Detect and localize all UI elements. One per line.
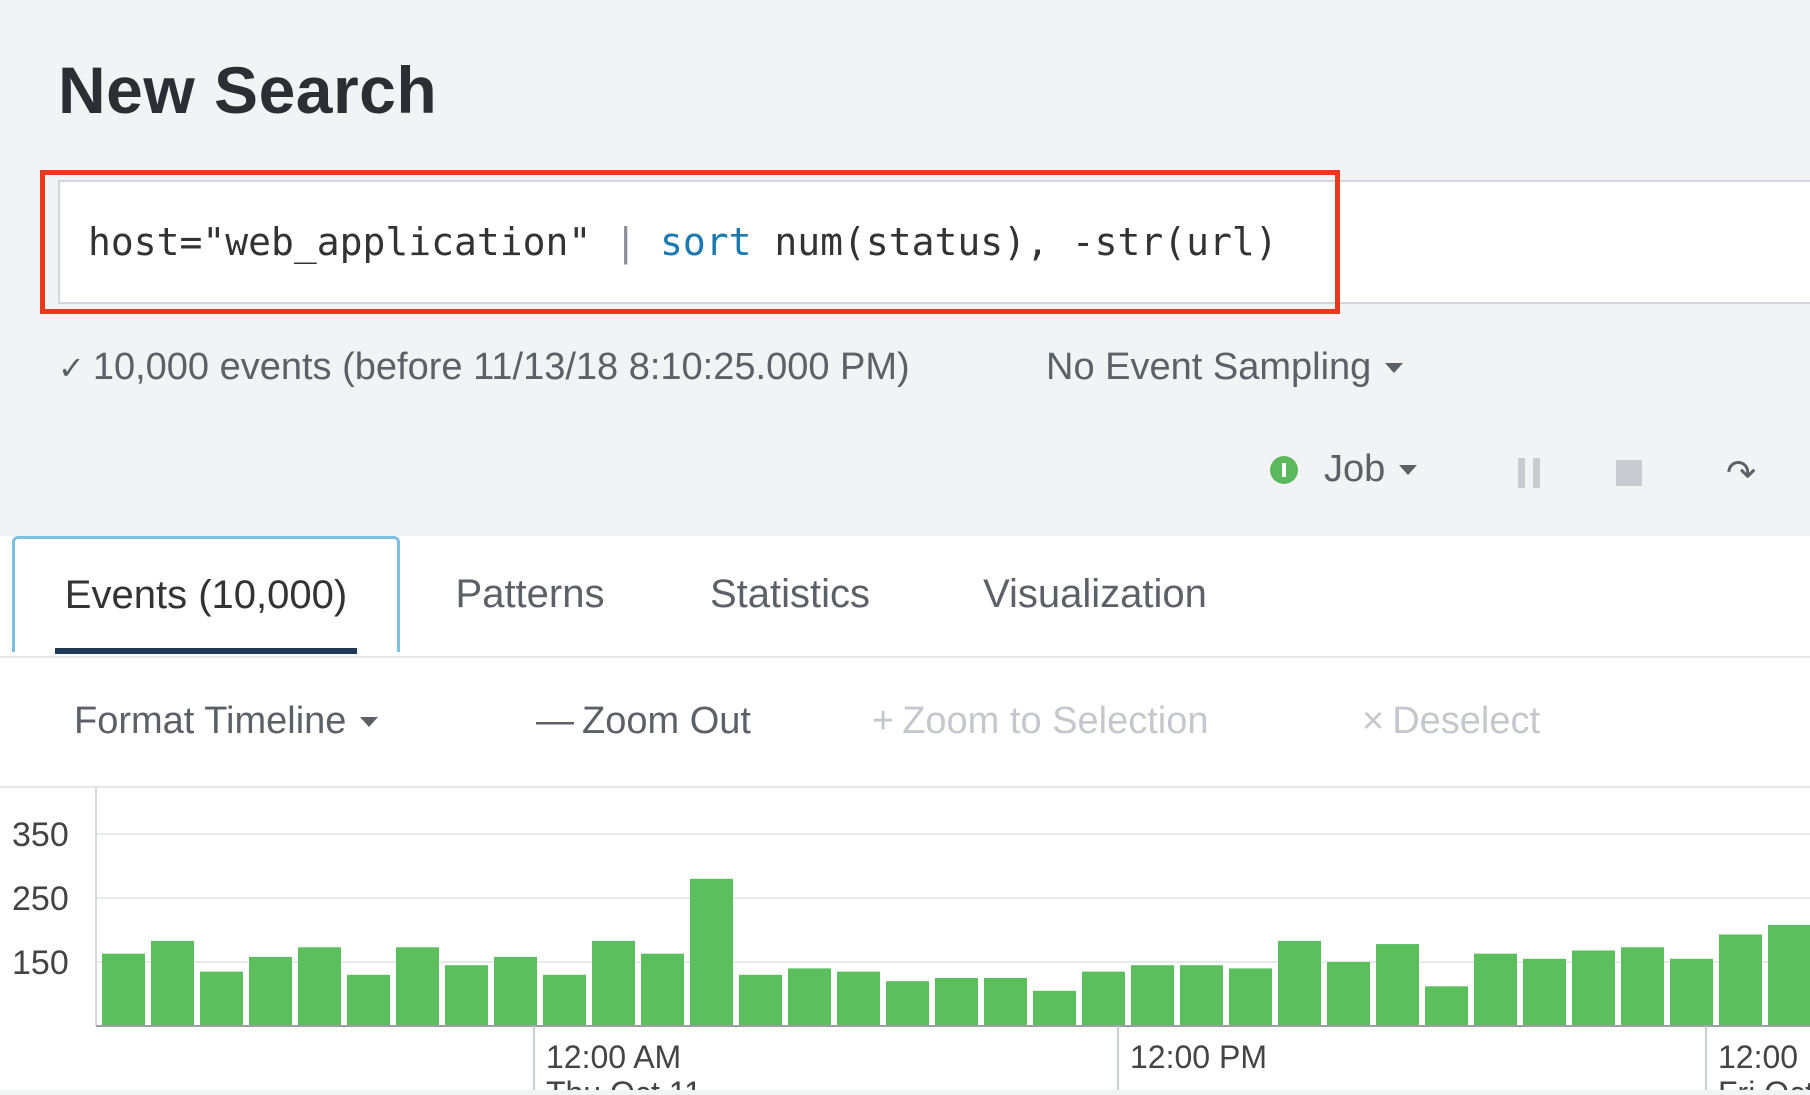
minus-icon: —	[536, 700, 574, 742]
zoom-to-selection-button[interactable]: + Zoom to Selection	[872, 700, 1208, 743]
histogram-bar[interactable]	[1131, 965, 1174, 1026]
plus-icon: +	[872, 700, 895, 742]
zoom-to-selection-label: Zoom to Selection	[902, 700, 1209, 742]
caret-down-icon	[360, 716, 379, 727]
x-tick-label: 12:00 AM	[546, 1039, 681, 1075]
deselect-button[interactable]: × Deselect	[1362, 700, 1540, 743]
tab-visualization[interactable]: Visualization	[960, 536, 1230, 652]
histogram-bar[interactable]	[1621, 947, 1664, 1026]
histogram-bar[interactable]	[935, 978, 978, 1026]
events-summary: 10,000 events (before 11/13/18 8:10:25.0…	[92, 346, 910, 388]
stop-icon[interactable]	[1616, 460, 1642, 486]
job-menu[interactable]: Job	[1270, 448, 1418, 491]
x-icon: ×	[1362, 700, 1385, 742]
histogram-bar[interactable]	[102, 953, 145, 1026]
format-timeline-label: Format Timeline	[74, 700, 347, 742]
results-tabs: Events (10,000) Patterns Statistics Visu…	[0, 536, 1810, 658]
histogram-bar[interactable]	[1082, 971, 1125, 1026]
caret-down-icon	[1399, 464, 1418, 475]
histogram-bar[interactable]	[1670, 958, 1713, 1026]
histogram-bar[interactable]	[641, 953, 684, 1026]
histogram-bar[interactable]	[1376, 944, 1419, 1026]
histogram-bar[interactable]	[690, 878, 733, 1026]
event-sampling-label: No Event Sampling	[1046, 346, 1372, 388]
histogram-bar[interactable]	[1523, 958, 1566, 1026]
histogram-bar[interactable]	[1278, 940, 1321, 1026]
format-timeline-button[interactable]: Format Timeline	[74, 700, 379, 743]
job-label: Job	[1324, 448, 1386, 490]
histogram-bar[interactable]	[543, 974, 586, 1026]
check-icon: ✓	[58, 349, 85, 386]
histogram-bar[interactable]	[1768, 924, 1810, 1026]
histogram-bar[interactable]	[1425, 986, 1468, 1026]
histogram-bar[interactable]	[151, 940, 194, 1026]
histogram-bar[interactable]	[1033, 990, 1076, 1026]
histogram-bar[interactable]	[396, 947, 439, 1026]
zoom-out-button[interactable]: — Zoom Out	[536, 700, 751, 743]
histogram-bar[interactable]	[249, 956, 292, 1026]
job-status-icon	[1270, 455, 1298, 484]
caret-down-icon	[1385, 362, 1404, 373]
tab-statistics[interactable]: Statistics	[690, 536, 890, 652]
histogram-bar[interactable]	[494, 956, 537, 1026]
histogram-bar[interactable]	[886, 981, 929, 1026]
tab-events[interactable]: Events (10,000)	[12, 536, 400, 654]
x-tick-label: 12:00	[1718, 1039, 1798, 1075]
histogram-bar[interactable]	[592, 940, 635, 1026]
highlight-annotation-box	[40, 170, 1340, 314]
histogram-bar[interactable]	[739, 974, 782, 1026]
histogram-bar[interactable]	[1474, 953, 1517, 1026]
timeline-toolbar: Format Timeline — Zoom Out + Zoom to Sel…	[0, 658, 1810, 786]
histogram-bar[interactable]	[1719, 934, 1762, 1026]
event-sampling-dropdown[interactable]: No Event Sampling	[1046, 346, 1404, 389]
histogram-bar[interactable]	[445, 965, 488, 1026]
histogram-bar[interactable]	[1180, 965, 1223, 1026]
y-tick-label: 150	[12, 944, 69, 982]
page-title: New Search	[58, 53, 438, 127]
share-icon[interactable]: ↷	[1726, 452, 1756, 494]
histogram-bar[interactable]	[984, 978, 1027, 1026]
x-tick-label: 12:00 PM	[1130, 1039, 1267, 1075]
zoom-out-label: Zoom Out	[582, 700, 751, 742]
histogram-bar[interactable]	[347, 974, 390, 1026]
histogram-bar[interactable]	[1229, 968, 1272, 1026]
y-tick-label: 250	[12, 880, 69, 918]
histogram-bar[interactable]	[200, 971, 243, 1026]
timeline-histogram[interactable]: 35025015012:00 AMThu Oct 1112:00 PM12:00…	[0, 788, 1810, 1095]
histogram-bar[interactable]	[1572, 950, 1615, 1026]
histogram-bar[interactable]	[1327, 962, 1370, 1026]
y-tick-label: 350	[12, 816, 69, 854]
histogram-bar[interactable]	[788, 968, 831, 1026]
histogram-bar[interactable]	[837, 971, 880, 1026]
events-status: ✓ 10,000 events (before 11/13/18 8:10:25…	[58, 346, 910, 389]
histogram-bar[interactable]	[298, 947, 341, 1026]
deselect-label: Deselect	[1392, 700, 1541, 742]
timeline-chart[interactable]: 35025015012:00 AMThu Oct 1112:00 PM12:00…	[0, 786, 1810, 1095]
pause-icon[interactable]	[1518, 458, 1544, 488]
tab-patterns[interactable]: Patterns	[430, 536, 630, 652]
